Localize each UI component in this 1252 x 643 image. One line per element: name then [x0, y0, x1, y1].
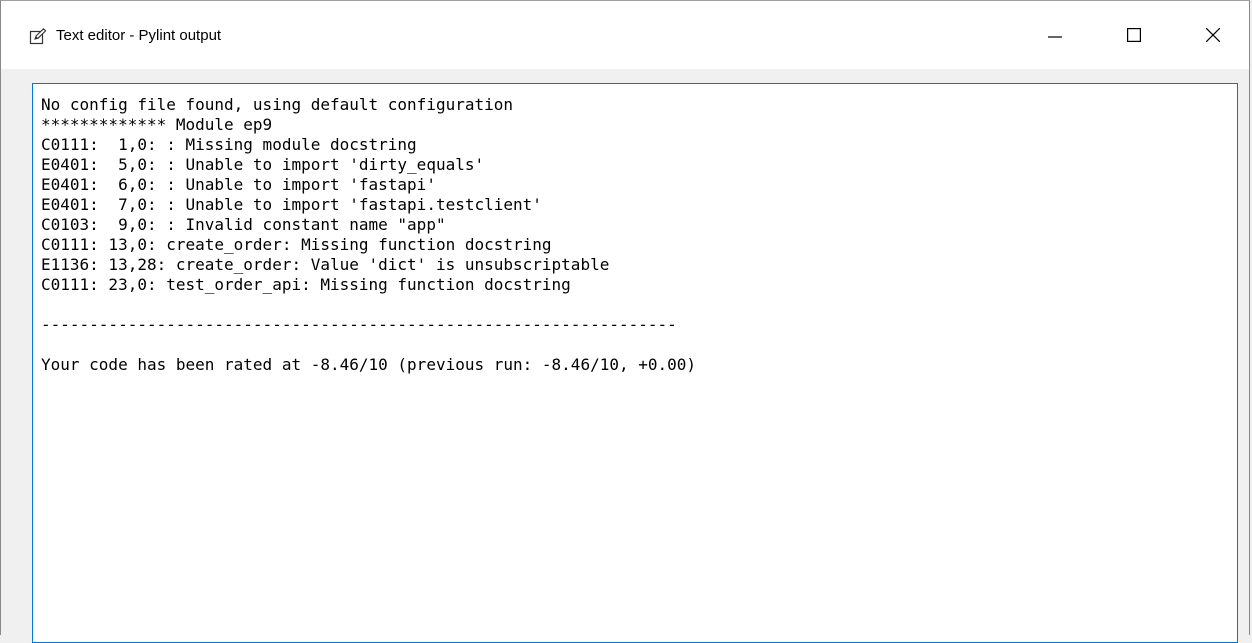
minimize-button[interactable]	[1023, 1, 1087, 69]
editor-line: E1136: 13,28: create_order: Value 'dict'…	[41, 255, 610, 274]
editor-line: Your code has been rated at -8.46/10 (pr…	[41, 355, 697, 374]
text-editor-window: Text editor - Pylint output No config fi…	[0, 0, 1250, 643]
editor-line: E0401: 5,0: : Unable to import 'dirty_eq…	[41, 155, 485, 174]
edit-note-icon	[29, 28, 47, 45]
text-editor-area[interactable]: No config file found, using default conf…	[32, 83, 1238, 643]
maximize-icon	[1127, 28, 1141, 42]
editor-line: C0103: 9,0: : Invalid constant name "app…	[41, 215, 446, 234]
editor-line: E0401: 6,0: : Unable to import 'fastapi'	[41, 175, 436, 194]
editor-line: E0401: 7,0: : Unable to import 'fastapi.…	[41, 195, 542, 214]
window-title: Text editor - Pylint output	[56, 27, 222, 44]
editor-line: ************* Module ep9	[41, 115, 273, 134]
editor-line: C0111: 1,0: : Missing module docstring	[41, 135, 417, 154]
title-bar[interactable]: Text editor - Pylint output	[1, 1, 1249, 69]
editor-line: C0111: 23,0: test_order_api: Missing fun…	[41, 275, 571, 294]
close-button[interactable]	[1181, 1, 1245, 69]
maximize-button[interactable]	[1102, 1, 1166, 69]
editor-line: No config file found, using default conf…	[41, 95, 514, 114]
minimize-icon	[1048, 36, 1062, 38]
editor-line: ----------------------------------------…	[41, 315, 677, 334]
editor-content[interactable]: No config file found, using default conf…	[33, 84, 1237, 375]
close-icon	[1206, 28, 1220, 42]
editor-line: C0111: 13,0: create_order: Missing funct…	[41, 235, 552, 254]
